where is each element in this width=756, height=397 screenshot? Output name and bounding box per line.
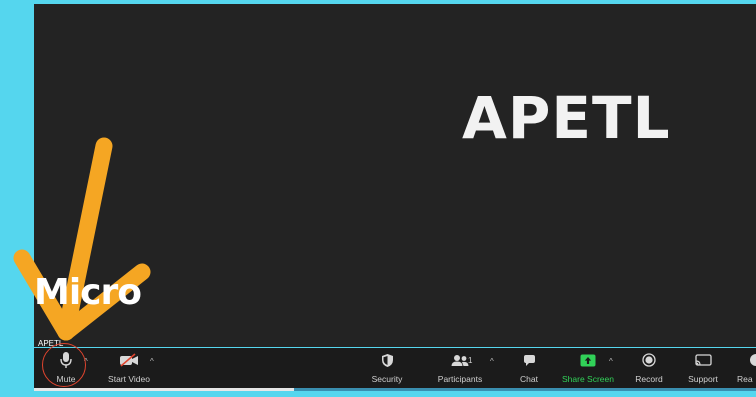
annotation-label: Micro (34, 272, 142, 313)
mute-highlight-circle (42, 343, 86, 387)
annotation-arrow (13, 137, 151, 341)
